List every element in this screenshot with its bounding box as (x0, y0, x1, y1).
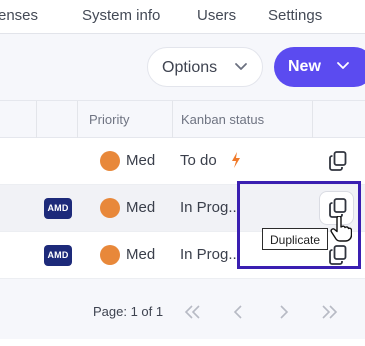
bottom-edge (0, 339, 365, 346)
pagination: Page: 1 of 1 (0, 292, 365, 332)
nav-item-users[interactable]: Users (197, 7, 236, 24)
chevron-left-icon[interactable] (232, 304, 244, 320)
priority-dot (100, 198, 120, 218)
priority-dot (100, 245, 120, 265)
page-indicator: Page: 1 of 1 (93, 304, 164, 319)
vendor-logo: AMD (44, 245, 72, 266)
top-navigation: enses System info Users Settings (0, 0, 365, 32)
nav-item-licenses[interactable]: enses (0, 7, 38, 24)
column-header-kanban-status[interactable]: Kanban status (181, 112, 264, 127)
priority-dot (100, 151, 120, 171)
table-header: Priority Kanban status (0, 100, 365, 139)
double-chevron-left-icon[interactable] (184, 304, 202, 320)
chevron-down-icon (337, 62, 349, 69)
priority-label: Med (126, 152, 156, 169)
column-divider (172, 101, 173, 139)
kanban-status: In Prog... (180, 199, 241, 216)
kanban-status: In Prog... (180, 246, 241, 263)
toolbar: Options New (0, 34, 365, 100)
new-button-label: New (288, 58, 321, 75)
bolt-icon (232, 152, 240, 168)
chevron-right-icon[interactable] (278, 304, 290, 320)
column-divider (77, 101, 78, 139)
new-button[interactable]: New (274, 47, 365, 87)
column-divider (312, 101, 313, 139)
kanban-status: To do (180, 152, 217, 169)
column-divider (36, 101, 37, 139)
highlight-box (237, 181, 361, 269)
column-header-priority[interactable]: Priority (89, 112, 129, 127)
nav-item-system-info[interactable]: System info (82, 7, 160, 24)
chevron-down-icon (235, 63, 247, 70)
duplicate-icon[interactable] (329, 151, 347, 171)
vendor-logo: AMD (44, 198, 72, 219)
table-row[interactable]: Med To do (0, 138, 365, 185)
nav-item-settings[interactable]: Settings (268, 7, 322, 24)
priority-label: Med (126, 199, 156, 216)
options-button-label: Options (162, 59, 218, 76)
options-button[interactable]: Options (147, 47, 263, 87)
priority-label: Med (126, 246, 156, 263)
double-chevron-right-icon[interactable] (320, 304, 338, 320)
